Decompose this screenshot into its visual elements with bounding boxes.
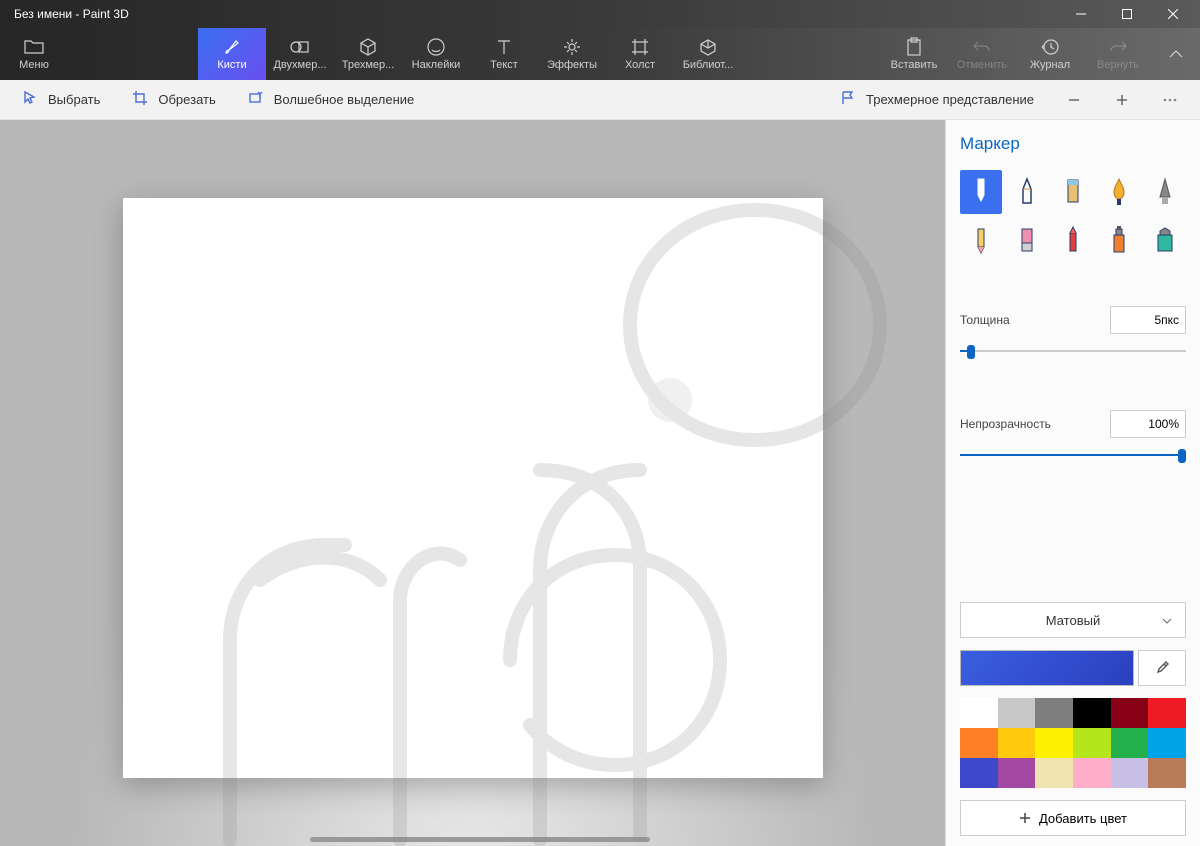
color-swatch[interactable]: [960, 728, 998, 758]
tab-library[interactable]: Библиот...: [674, 28, 742, 80]
thickness-slider[interactable]: [960, 342, 1186, 360]
color-swatch[interactable]: [1148, 698, 1186, 728]
opacity-input[interactable]: [1110, 410, 1186, 438]
menu-button[interactable]: Меню: [0, 28, 68, 80]
color-palette: [960, 698, 1186, 788]
brush-spray[interactable]: [1098, 218, 1140, 262]
cursor-icon: [22, 90, 38, 109]
paste-button[interactable]: Вставить: [880, 28, 948, 80]
more-button[interactable]: [1150, 80, 1190, 120]
menu-label: Меню: [19, 59, 49, 71]
opacity-slider-thumb[interactable]: [1178, 449, 1186, 463]
thickness-control: Толщина: [960, 306, 1186, 334]
opacity-slider[interactable]: [960, 446, 1186, 464]
color-swatch[interactable]: [998, 758, 1036, 788]
color-swatch[interactable]: [1073, 698, 1111, 728]
folder-icon: [24, 37, 44, 57]
cube-icon: [358, 37, 378, 57]
add-color-button[interactable]: Добавить цвет: [960, 800, 1186, 836]
titlebar: Без имени - Paint 3D: [0, 0, 1200, 28]
material-dropdown[interactable]: Матовый: [960, 602, 1186, 638]
thickness-label: Толщина: [960, 313, 1010, 327]
minimize-button[interactable]: [1058, 0, 1104, 28]
opacity-label: Непрозрачность: [960, 417, 1051, 431]
effects-icon: [562, 37, 582, 57]
history-button[interactable]: Журнал: [1016, 28, 1084, 80]
flag-icon: [840, 90, 856, 109]
history-icon: [1040, 37, 1060, 57]
view3d-button[interactable]: Трехмерное представление: [828, 80, 1046, 120]
brush-grid: [960, 170, 1186, 262]
zoom-out-button[interactable]: [1054, 80, 1094, 120]
brush-fill[interactable]: [1144, 218, 1186, 262]
canvas[interactable]: [123, 198, 823, 778]
color-swatch[interactable]: [1035, 698, 1073, 728]
canvas-icon: [630, 37, 650, 57]
shapes2d-icon: [290, 37, 310, 57]
tab-stickers[interactable]: Наклейки: [402, 28, 470, 80]
ribbon: Меню Кисти Двухмер... Трехмер... Наклейк…: [0, 28, 1200, 80]
color-swatch[interactable]: [998, 698, 1036, 728]
brush-marker[interactable]: [960, 170, 1002, 214]
brush-icon: [222, 37, 242, 57]
color-swatch[interactable]: [1073, 728, 1111, 758]
workspace: Маркер Толщина Непрозрачность: [0, 120, 1200, 846]
brush-pixel[interactable]: [1144, 170, 1186, 214]
crop-icon: [132, 90, 148, 109]
library-icon: [698, 37, 718, 57]
undo-button[interactable]: Отменить: [948, 28, 1016, 80]
zoom-in-button[interactable]: [1102, 80, 1142, 120]
magic-icon: [248, 90, 264, 109]
canvas-area[interactable]: [0, 120, 945, 846]
clipboard-icon: [905, 37, 923, 57]
magic-select-button[interactable]: Волшебное выделение: [236, 80, 427, 120]
opacity-control: Непрозрачность: [960, 410, 1186, 438]
panel-title: Маркер: [960, 134, 1186, 154]
tab-3d[interactable]: Трехмер...: [334, 28, 402, 80]
brush-watercolor[interactable]: [1098, 170, 1140, 214]
color-swatch[interactable]: [960, 758, 998, 788]
select-button[interactable]: Выбрать: [10, 80, 112, 120]
close-button[interactable]: [1150, 0, 1196, 28]
brush-oil[interactable]: [1052, 170, 1094, 214]
text-icon: [494, 37, 514, 57]
tab-canvas[interactable]: Холст: [606, 28, 674, 80]
tab-2d[interactable]: Двухмер...: [266, 28, 334, 80]
color-swatch[interactable]: [1148, 758, 1186, 788]
thickness-slider-thumb[interactable]: [967, 345, 975, 359]
thickness-input[interactable]: [1110, 306, 1186, 334]
undo-icon: [972, 37, 992, 57]
toolbar: Выбрать Обрезать Волшебное выделение Тре…: [0, 80, 1200, 120]
color-swatch[interactable]: [1035, 728, 1073, 758]
current-color-row: [960, 650, 1186, 686]
color-swatch[interactable]: [960, 698, 998, 728]
color-swatch[interactable]: [1111, 758, 1149, 788]
brush-calligraphy[interactable]: [1006, 170, 1048, 214]
color-swatch[interactable]: [1073, 758, 1111, 788]
eyedropper-button[interactable]: [1138, 650, 1186, 686]
chevron-down-icon: [1161, 613, 1173, 628]
color-swatch[interactable]: [1111, 728, 1149, 758]
tab-text[interactable]: Текст: [470, 28, 538, 80]
color-swatch[interactable]: [1035, 758, 1073, 788]
window-title: Без имени - Paint 3D: [4, 7, 1058, 21]
tab-brushes[interactable]: Кисти: [198, 28, 266, 80]
collapse-ribbon-button[interactable]: [1152, 28, 1200, 80]
color-swatch[interactable]: [1111, 698, 1149, 728]
maximize-button[interactable]: [1104, 0, 1150, 28]
crop-button[interactable]: Обрезать: [120, 80, 227, 120]
brush-crayon[interactable]: [1052, 218, 1094, 262]
brush-pencil[interactable]: [960, 218, 1002, 262]
redo-icon: [1108, 37, 1128, 57]
sticker-icon: [426, 37, 446, 57]
brush-eraser[interactable]: [1006, 218, 1048, 262]
redo-button[interactable]: Вернуть: [1084, 28, 1152, 80]
h-scrollbar-thumb[interactable]: [310, 837, 650, 842]
color-swatch[interactable]: [1148, 728, 1186, 758]
tab-effects[interactable]: Эффекты: [538, 28, 606, 80]
color-swatch[interactable]: [998, 728, 1036, 758]
current-color-swatch[interactable]: [960, 650, 1134, 686]
side-panel: Маркер Толщина Непрозрачность: [945, 120, 1200, 846]
